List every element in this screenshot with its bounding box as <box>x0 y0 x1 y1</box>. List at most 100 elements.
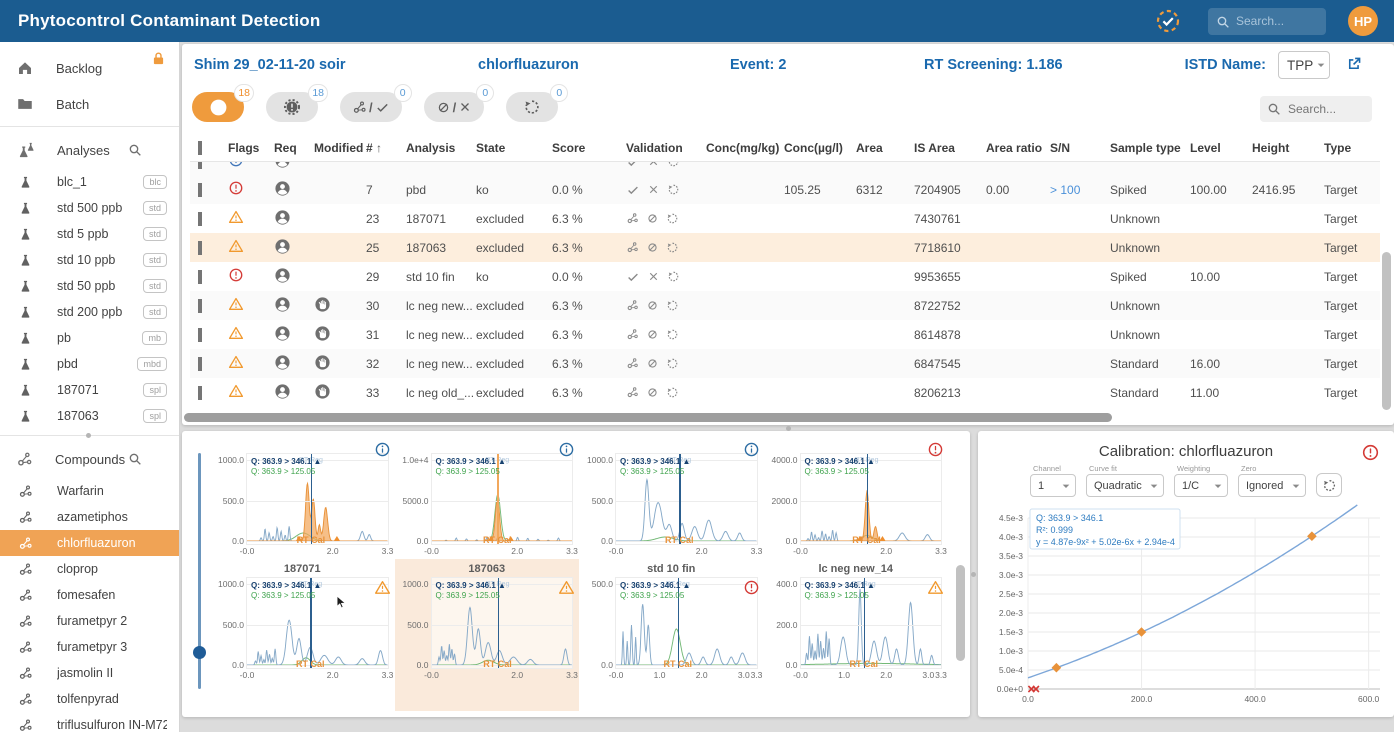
reject-icon[interactable] <box>647 183 660 196</box>
chromatogram-tile-1[interactable]: 1.0e+45000.00.0-0.02.03.3RT RegRT CalQ: … <box>395 435 580 559</box>
chromatogram-tile-0[interactable]: 1000.0500.00.0-0.02.03.3RT RegRT CalQ: 3… <box>210 435 395 559</box>
horizontal-scrollbar[interactable] <box>184 413 1112 422</box>
table-row[interactable] <box>190 162 1380 175</box>
chromatogram-tile-2[interactable]: 1000.0500.00.0-0.02.03.3RT RegRT CalQ: 3… <box>579 435 764 559</box>
analysis-item-std-200-ppb[interactable]: std 200 ppbstd <box>0 299 179 325</box>
column-header-score[interactable]: Score <box>550 141 624 155</box>
reject-icon[interactable] <box>647 270 660 283</box>
calibration-point[interactable] <box>1052 663 1062 673</box>
filter-null-cross[interactable]: /0 <box>424 92 485 122</box>
row-checkbox[interactable] <box>198 212 202 226</box>
analysis-item-pb[interactable]: pbmb <box>0 325 179 351</box>
chromatogram-tile-187071[interactable]: 1870711000.0500.00.0-0.02.03.3RT RegRT C… <box>210 559 395 711</box>
analysis-item-std-500-ppb[interactable]: std 500 ppbstd <box>0 195 179 221</box>
error-icon[interactable] <box>743 579 760 596</box>
analysis-item-187071[interactable]: 187071spl <box>0 377 179 403</box>
warning-icon[interactable] <box>927 579 944 596</box>
table-row[interactable]: 30lc neg new...excluded6.3 %8722752Unkno… <box>190 291 1380 320</box>
table-row[interactable]: 23187071excluded6.3 %7430761UnknownTarge… <box>190 204 1380 233</box>
analysis-item-std-5-ppb[interactable]: std 5 ppbstd <box>0 221 179 247</box>
restore-icon[interactable] <box>666 386 679 399</box>
column-header-s-n[interactable]: S/N <box>1048 141 1108 155</box>
compound-item-Warfarin[interactable]: Warfarin <box>0 478 179 504</box>
restore-icon[interactable] <box>666 241 679 254</box>
table-row[interactable]: 29std 10 finko0.0 %9953655Spiked10.00Tar… <box>190 262 1380 291</box>
row-checkbox[interactable] <box>198 183 202 197</box>
validate-icon[interactable] <box>626 270 640 284</box>
compound-item-azametiphos[interactable]: azametiphos <box>0 504 179 530</box>
error-icon[interactable] <box>1361 443 1380 462</box>
column-header-conc-g-l-[interactable]: Conc(µg/l) <box>782 141 854 155</box>
filter-gear-alert[interactable]: 18 <box>266 92 318 122</box>
compound-item-tolfenpyrad[interactable]: tolfenpyrad <box>0 686 179 712</box>
restore-icon[interactable] <box>666 357 679 370</box>
quantify-icon[interactable] <box>626 212 639 225</box>
column-header-validation[interactable]: Validation <box>624 141 704 155</box>
row-checkbox[interactable] <box>198 162 202 169</box>
batch-name[interactable]: Shim 29_02-11-20 soir <box>194 57 346 73</box>
column-header-sample-type[interactable]: Sample type <box>1108 141 1188 155</box>
nullify-icon[interactable] <box>646 212 659 225</box>
row-checkbox[interactable] <box>198 386 202 400</box>
column-header-conc-mg-kg-[interactable]: Conc(mg/kg) <box>704 141 782 155</box>
column-header-is-area[interactable]: IS Area <box>912 141 984 155</box>
horizontal-splitter[interactable] <box>786 426 791 431</box>
sidebar-item-backlog[interactable]: Backlog <box>0 50 179 86</box>
filter-person[interactable]: 18 <box>192 92 244 122</box>
column-header-type[interactable]: Type <box>1322 141 1378 155</box>
calibration-point[interactable] <box>1307 531 1317 541</box>
sn-link[interactable]: > 100 <box>1050 183 1080 197</box>
table-vertical-scrollbar[interactable] <box>1382 252 1391 410</box>
istd-select[interactable]: TPP <box>1278 51 1330 79</box>
slider-handle[interactable] <box>193 646 206 659</box>
row-checkbox[interactable] <box>198 328 202 342</box>
calibration-point[interactable] <box>1137 627 1147 637</box>
nullify-icon[interactable] <box>646 328 659 341</box>
nullify-icon[interactable] <box>646 299 659 312</box>
compound-item-cloprop[interactable]: cloprop <box>0 556 179 582</box>
column-header-flags[interactable]: Flags <box>226 141 272 155</box>
column-header-height[interactable]: Height <box>1250 141 1322 155</box>
column-header-state[interactable]: State <box>474 141 550 155</box>
restore-icon[interactable] <box>667 162 680 168</box>
reset-calibration-button[interactable] <box>1316 473 1342 497</box>
reject-icon[interactable] <box>647 162 660 168</box>
intensity-slider[interactable] <box>198 453 201 689</box>
column-header-modified[interactable]: Modified <box>312 141 364 155</box>
table-row[interactable]: 7pbdko0.0 %105.25631272049050.00> 100Spi… <box>190 175 1380 204</box>
row-checkbox[interactable] <box>198 357 202 371</box>
compound-item-furametpyr-2[interactable]: furametpyr 2 <box>0 608 179 634</box>
nullify-icon[interactable] <box>646 241 659 254</box>
filter-quantify-check[interactable]: /0 <box>340 92 402 122</box>
column-header-analysis[interactable]: Analysis <box>404 141 474 155</box>
nullify-icon[interactable] <box>646 386 659 399</box>
quantify-icon[interactable] <box>626 241 639 254</box>
channel-select[interactable]: 1 <box>1030 474 1076 497</box>
warning-icon[interactable] <box>374 579 391 596</box>
info-icon[interactable] <box>743 441 760 458</box>
analysis-item-std-10-ppb[interactable]: std 10 ppbstd <box>0 247 179 273</box>
zero-select[interactable]: Ignored <box>1238 474 1306 497</box>
chromatogram-tile-187063[interactable]: 1870631000.0500.00.0-0.02.03.3RT RegRT C… <box>395 559 580 711</box>
chromatogram-tile-3[interactable]: 4000.02000.00.0-0.02.03.3RT RegRT CalQ: … <box>764 435 949 559</box>
compound-item-fomesafen[interactable]: fomesafen <box>0 582 179 608</box>
column-header-level[interactable]: Level <box>1188 141 1250 155</box>
validate-icon[interactable] <box>626 183 640 197</box>
column-header-req[interactable]: Req <box>272 141 312 155</box>
sidebar-splitter[interactable] <box>86 433 91 438</box>
chromatogram-tile-lc-neg-new_14[interactable]: lc neg new_14400.0200.00.0-0.01.02.03.03… <box>764 559 949 711</box>
analysis-item-pbd[interactable]: pbdmbd <box>0 351 179 377</box>
error-icon[interactable] <box>927 441 944 458</box>
validate-icon[interactable] <box>626 162 640 169</box>
compound-item-jasmolin-II[interactable]: jasmolin II <box>0 660 179 686</box>
select-all-checkbox[interactable] <box>198 141 202 155</box>
weighting-select[interactable]: 1/C <box>1174 474 1228 497</box>
table-row[interactable]: 32lc neg new...excluded6.3 %6847545Stand… <box>190 349 1380 378</box>
analysis-item-blc_1[interactable]: blc_1blc <box>0 169 179 195</box>
restore-icon[interactable] <box>666 299 679 312</box>
filter-restore[interactable]: 0 <box>506 92 558 122</box>
info-icon[interactable] <box>374 441 391 458</box>
validation-status-icon[interactable] <box>1156 9 1180 33</box>
table-row[interactable]: 31lc neg new...excluded6.3 %8614878Unkno… <box>190 320 1380 349</box>
chromatograms-scrollbar[interactable] <box>956 565 965 661</box>
